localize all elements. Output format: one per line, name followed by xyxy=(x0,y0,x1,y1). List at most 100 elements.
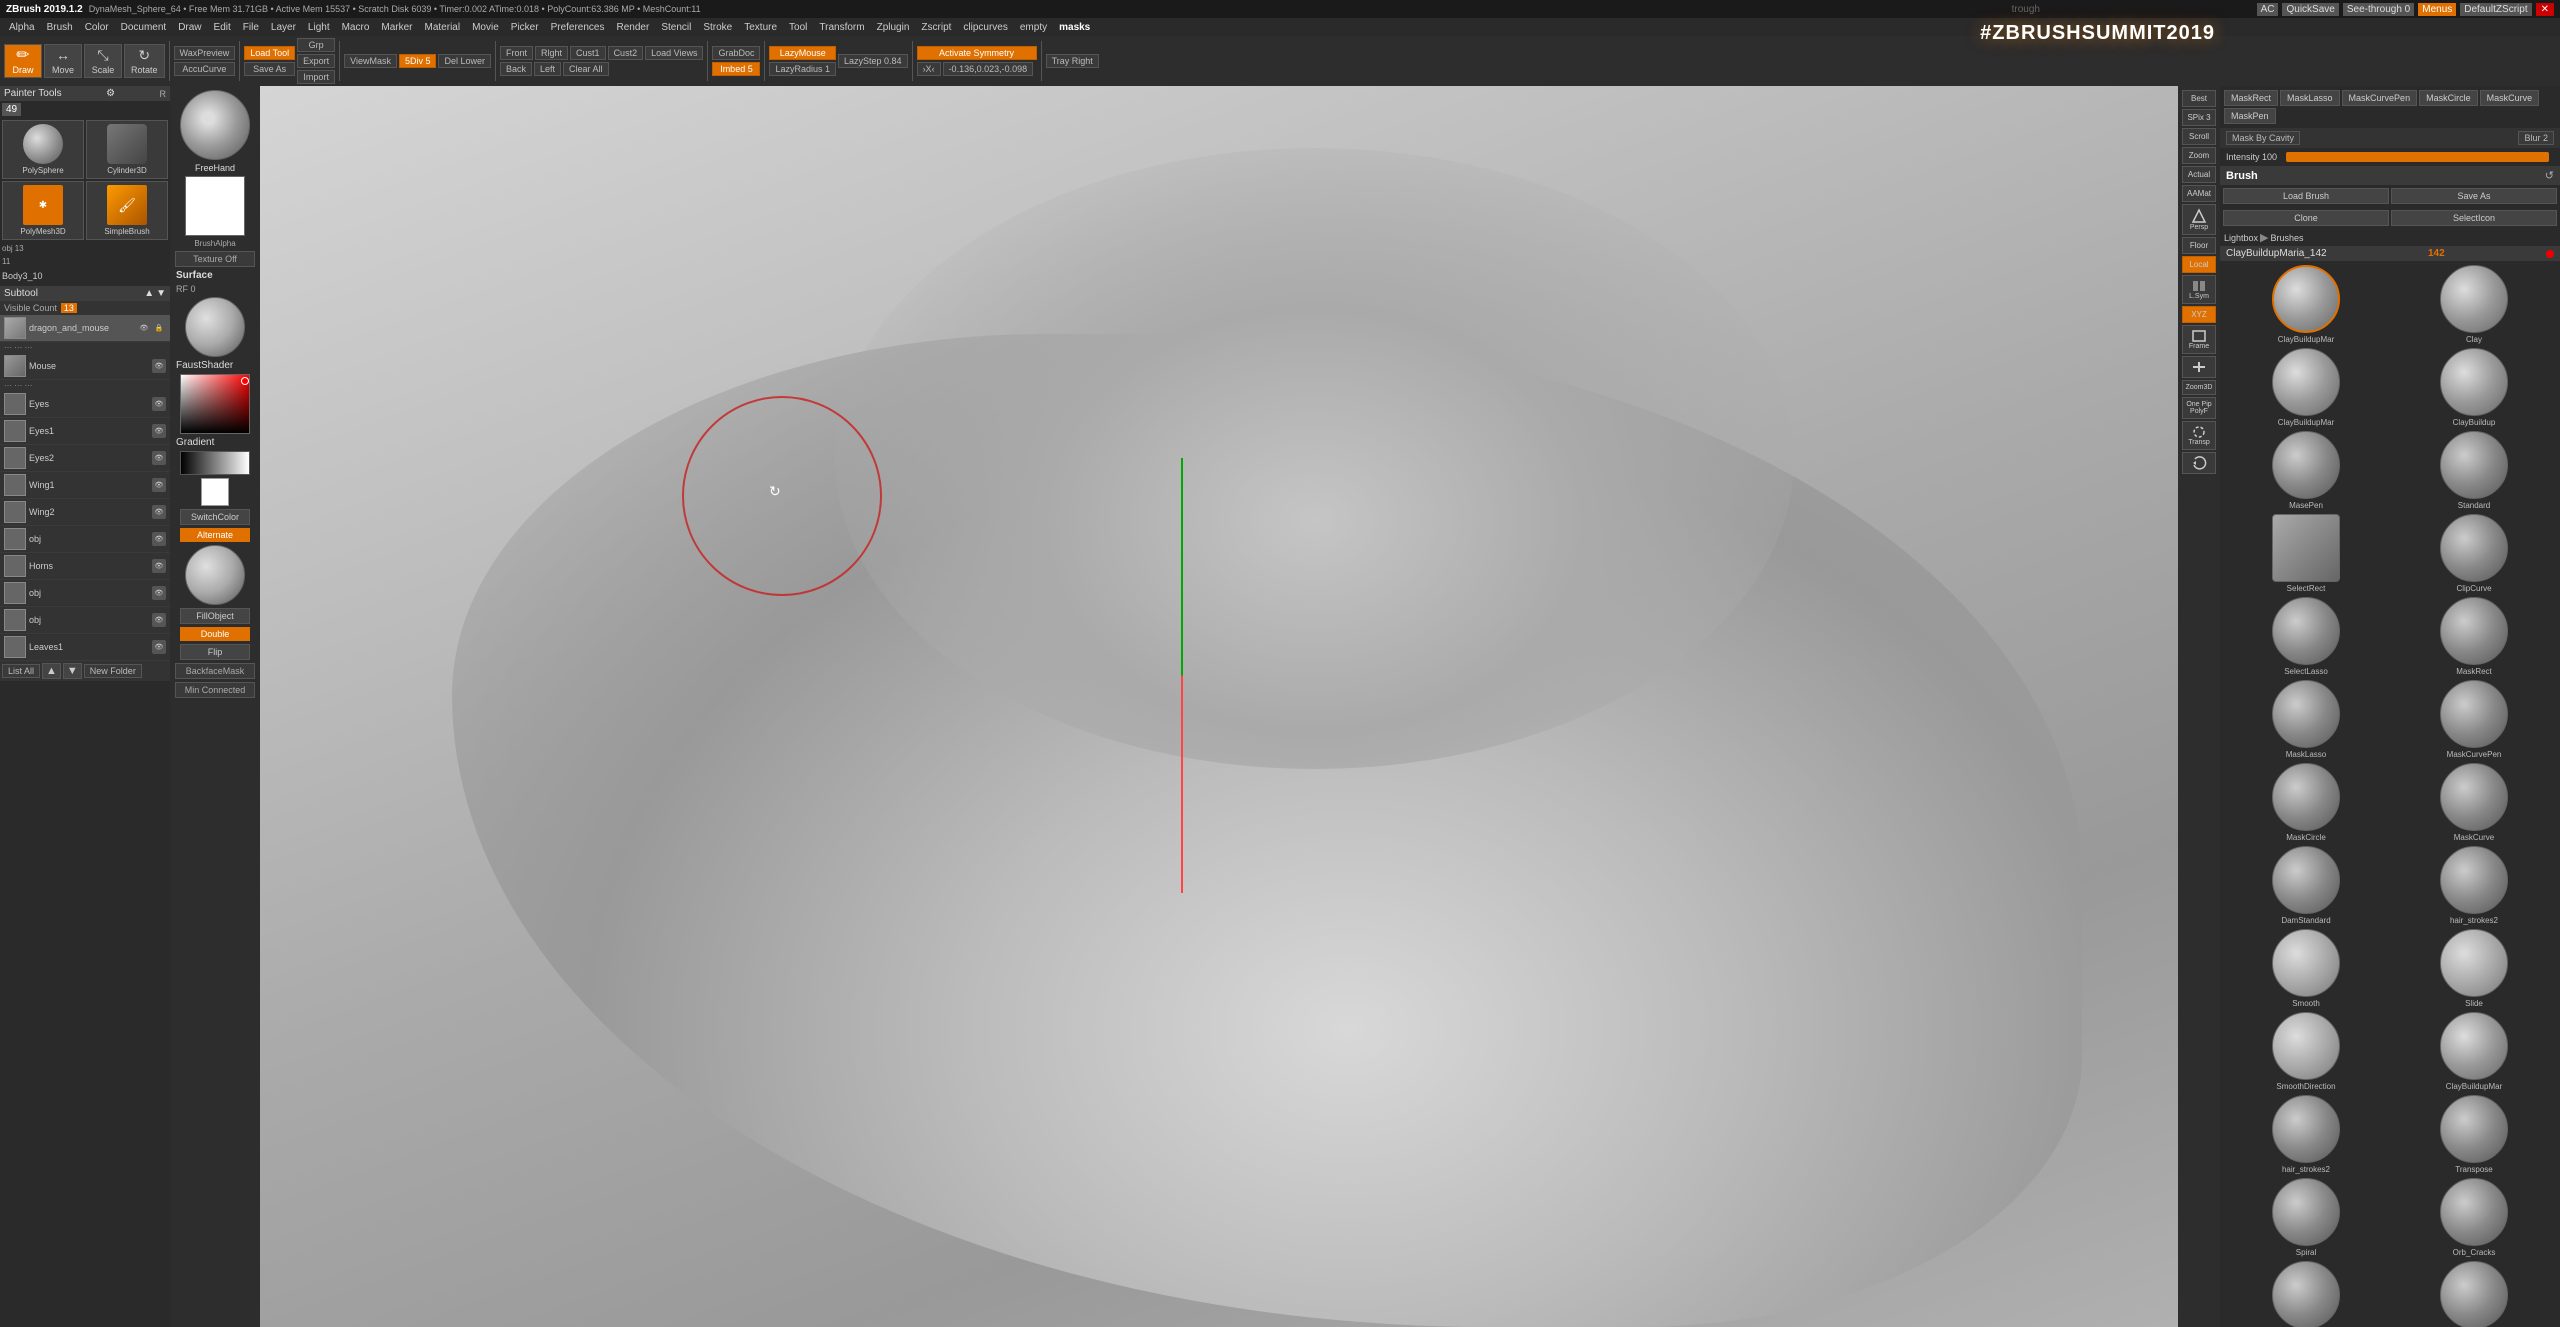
masklasso-btn[interactable]: MaskLasso xyxy=(2280,90,2340,106)
draw-button[interactable]: ✏ Draw xyxy=(4,44,42,78)
px-btn[interactable]: ›X‹ xyxy=(917,62,941,76)
sdiv5-btn[interactable]: 5Div 5 xyxy=(399,54,437,68)
imbed5-btn[interactable]: Imbed 5 xyxy=(712,62,760,76)
cust2-btn[interactable]: Cust2 xyxy=(608,46,644,60)
subtool-item-wing1[interactable]: Wing1 👁 xyxy=(0,472,170,499)
menu-zplugin[interactable]: Zplugin xyxy=(872,21,915,34)
nav-polyf-btn[interactable]: One PipPolyF xyxy=(2182,397,2216,419)
brush-item-claybuildupmar2[interactable]: ClayBuildupMar xyxy=(2224,348,2388,427)
accucurve-btn[interactable]: AccuCurve xyxy=(174,62,236,76)
tool-polymesh3d[interactable]: ✱ PolyMesh3D xyxy=(2,181,84,240)
back-btn[interactable]: Back xyxy=(500,62,532,76)
brush-item-maskcurve[interactable]: MaskCurve xyxy=(2392,763,2556,842)
subtool-item-obj3[interactable]: obj 👁 xyxy=(0,607,170,634)
subtool-eye2-icon[interactable]: 👁 xyxy=(152,359,166,373)
lazymouse-btn[interactable]: LazyMouse xyxy=(769,46,836,60)
nav-actual-btn[interactable]: Actual xyxy=(2182,166,2216,183)
new-folder-btn[interactable]: New Folder xyxy=(84,664,142,678)
subtool-item-mouse[interactable]: Mouse 👁 xyxy=(0,353,170,380)
brush-item-spiral[interactable]: Spiral xyxy=(2224,1178,2388,1257)
menu-marker[interactable]: Marker xyxy=(376,21,417,34)
subtool-eye6-icon[interactable]: 👁 xyxy=(152,478,166,492)
menu-edit[interactable]: Edit xyxy=(209,21,236,34)
nav-best-btn[interactable]: Best xyxy=(2182,90,2216,107)
nav-zoom-btn[interactable]: Zoom xyxy=(2182,147,2216,164)
defaultzscript-btn[interactable]: DefaultZScript xyxy=(2460,3,2531,16)
list-all-btn[interactable]: List All xyxy=(2,664,40,678)
subtool-arrow-down[interactable]: ▼ xyxy=(63,663,82,679)
alternate-btn[interactable]: Alternate xyxy=(180,528,250,542)
brush-item-standard[interactable]: Standard xyxy=(2392,431,2556,510)
brush-item-selectrect[interactable]: SelectRect xyxy=(2224,514,2388,593)
tool-polysphere[interactable]: PolySphere xyxy=(2,120,84,179)
menu-masks[interactable]: masks xyxy=(1054,21,1095,34)
subtool-eye10-icon[interactable]: 👁 xyxy=(152,586,166,600)
move-button[interactable]: ↔ Move xyxy=(44,44,82,78)
menu-clipcurves[interactable]: clipcurves xyxy=(958,21,1012,34)
subtool-item-wing2[interactable]: Wing2 👁 xyxy=(0,499,170,526)
nav-aamat-btn[interactable]: AAMat xyxy=(2182,185,2216,202)
subtool-eye8-icon[interactable]: 👁 xyxy=(152,532,166,546)
load-brush-btn[interactable]: Load Brush xyxy=(2223,188,2389,204)
lazystep-btn[interactable]: LazyStep 0.84 xyxy=(838,54,908,68)
tool-simplebrush[interactable]: 🖌 SimpleBrush xyxy=(86,181,168,240)
brush-item-masepen[interactable]: MasePen xyxy=(2224,431,2388,510)
menu-zscript[interactable]: Zscript xyxy=(916,21,956,34)
nav-frame-btn[interactable]: Frame xyxy=(2182,325,2216,354)
dellower-btn[interactable]: Del Lower xyxy=(438,54,491,68)
brush-item-slide[interactable]: Slide xyxy=(2392,929,2556,1008)
fill-object-btn[interactable]: FillObject xyxy=(180,608,250,624)
subtool-item-dragon[interactable]: dragon_and_mouse 👁 🔒 xyxy=(0,315,170,342)
load-tool-btn[interactable]: Load Tool xyxy=(244,46,295,60)
brush-refresh-icon[interactable]: ↺ xyxy=(2545,169,2554,182)
brush-item-masklasso[interactable]: MaskLasso xyxy=(2224,680,2388,759)
left-btn[interactable]: Left xyxy=(534,62,561,76)
menu-texture[interactable]: Texture xyxy=(739,21,782,34)
menu-stroke[interactable]: Stroke xyxy=(698,21,737,34)
backface-mask-btn[interactable]: BackfaceMask xyxy=(175,663,255,679)
subtool-arrow-up[interactable]: ▲ xyxy=(42,663,61,679)
quicksave-btn[interactable]: QuickSave xyxy=(2282,3,2338,16)
min-connected-btn[interactable]: Min Connected xyxy=(175,682,255,698)
subtool-item-horns[interactable]: Horns 👁 xyxy=(0,553,170,580)
save-as-brush-btn[interactable]: Save As xyxy=(2391,188,2557,204)
brush-item-claybuildup[interactable]: ClayBuildup xyxy=(2392,348,2556,427)
brush-item-clay[interactable]: Clay xyxy=(2392,265,2556,344)
brush-item-claybuildupmar3[interactable]: ClayBuildupMar xyxy=(2392,1012,2556,1091)
intensity-bar[interactable] xyxy=(2286,152,2548,162)
menu-stencil[interactable]: Stencil xyxy=(656,21,696,34)
tool-cylinder3d[interactable]: Cylinder3D xyxy=(86,120,168,179)
menu-material[interactable]: Material xyxy=(420,21,466,34)
brush-item-smoothdirection[interactable]: SmoothDirection xyxy=(2224,1012,2388,1091)
subtool-eye3-icon[interactable]: 👁 xyxy=(152,397,166,411)
nav-local-btn[interactable]: Local xyxy=(2182,256,2216,273)
brush-item-slash2[interactable]: Slash2 xyxy=(2224,1261,2388,1327)
lightbox-label[interactable]: Lightbox xyxy=(2224,233,2258,243)
nav-floor-btn[interactable]: Floor xyxy=(2182,237,2216,254)
load-views-btn[interactable]: Load Views xyxy=(645,46,703,60)
maskcurve-btn[interactable]: MaskCurve xyxy=(2480,90,2540,106)
subtool-eye12-icon[interactable]: 👁 xyxy=(152,640,166,654)
nav-xyz-btn[interactable]: XYZ xyxy=(2182,306,2216,323)
texture-off-btn[interactable]: Texture Off xyxy=(175,251,255,267)
ac-button[interactable]: AC xyxy=(2257,3,2279,16)
brush-item-maskcircle[interactable]: MaskCircle xyxy=(2224,763,2388,842)
subtool-eye11-icon[interactable]: 👁 xyxy=(152,613,166,627)
clone-btn[interactable]: Clone xyxy=(2223,210,2389,226)
lazyradius-btn[interactable]: LazyRadius 1 xyxy=(769,62,836,76)
brush-item-transpose[interactable]: Transpose xyxy=(2392,1095,2556,1174)
menu-macro[interactable]: Macro xyxy=(337,21,375,34)
menu-brush[interactable]: Brush xyxy=(42,21,78,34)
coord-btn[interactable]: -0.136,0.023,-0.098 xyxy=(943,62,1034,76)
subtool-item-eyes[interactable]: Eyes 👁 xyxy=(0,391,170,418)
grabdoc-btn[interactable]: GrabDoc xyxy=(712,46,760,60)
brush-item-trimdynamic[interactable]: TrimDynamic xyxy=(2392,1261,2556,1327)
menu-light[interactable]: Light xyxy=(303,21,335,34)
select-icon-btn[interactable]: SelectIcon xyxy=(2391,210,2557,226)
close-btn[interactable]: ✕ xyxy=(2536,3,2554,16)
canvas-area[interactable]: ↻ xyxy=(260,86,2178,1327)
nav-move-btn[interactable] xyxy=(2182,356,2216,378)
brush-item-maskrect[interactable]: MaskRect xyxy=(2392,597,2556,676)
nav-rotate-btn[interactable] xyxy=(2182,452,2216,474)
nav-scroll-btn[interactable]: Scroll xyxy=(2182,128,2216,145)
